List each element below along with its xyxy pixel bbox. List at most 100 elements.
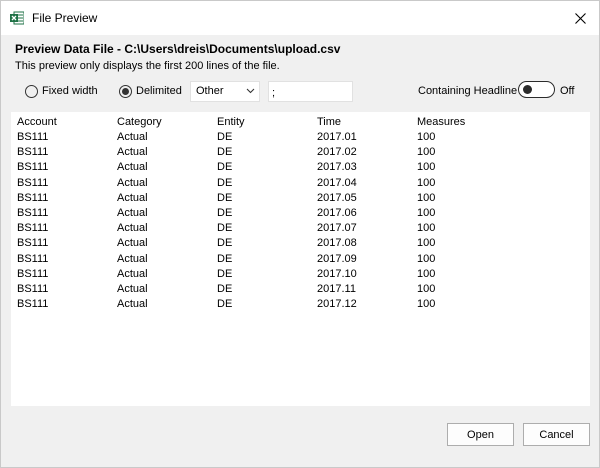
cell-time: 2017.02 (317, 146, 357, 159)
cell-time: 2017.09 (317, 252, 357, 265)
cell-account: BS111 (17, 131, 49, 143)
table-row: BS111 Actual DE 2017.09 100 (11, 253, 590, 268)
table-row: BS111 Actual DE 2017.07 100 (11, 222, 590, 237)
cell-measures: 100 (417, 283, 436, 295)
table-row: BS111 Actual DE 2017.12 100 (11, 298, 590, 313)
cell-category: Actual (117, 207, 148, 219)
cell-category: Actual (117, 298, 148, 311)
cell-entity: DE (217, 131, 233, 143)
cell-account: BS111 (17, 146, 49, 159)
column-header-entity: Entity (217, 116, 245, 128)
cell-account: BS111 (17, 207, 49, 219)
toggle-knob (523, 85, 532, 94)
table-row: BS111 Actual DE 2017.04 100 (11, 177, 590, 192)
table-header-row: Account Category Entity Time Measures (11, 116, 590, 131)
cell-account: BS111 (17, 283, 49, 295)
cell-account: BS111 (17, 267, 49, 280)
cell-time: 2017.05 (317, 191, 357, 204)
fixed-width-radio[interactable] (25, 85, 38, 98)
cell-entity: DE (217, 161, 233, 174)
column-header-category: Category (117, 116, 162, 128)
cell-time: 2017.08 (317, 237, 357, 250)
cell-time: 2017.01 (317, 131, 357, 143)
custom-delimiter-input[interactable] (268, 81, 353, 102)
window-title: File Preview (32, 11, 98, 25)
table-row: BS111 Actual DE 2017.02 100 (11, 146, 590, 161)
cell-account: BS111 (17, 252, 49, 265)
cell-category: Actual (117, 283, 148, 295)
cell-measures: 100 (417, 161, 436, 174)
chevron-down-icon (246, 88, 255, 94)
close-icon (574, 12, 586, 24)
cell-measures: 100 (417, 237, 436, 250)
table-row: BS111 Actual DE 2017.01 100 (11, 131, 590, 146)
table-row: BS111 Actual DE 2017.08 100 (11, 237, 590, 252)
cell-entity: DE (217, 191, 233, 204)
cell-category: Actual (117, 146, 148, 159)
containing-headline-label: Containing Headline (418, 85, 518, 97)
cell-time: 2017.10 (317, 267, 357, 280)
column-header-measures: Measures (417, 116, 466, 128)
delimiter-select[interactable]: Other (190, 81, 260, 102)
column-header-account: Account (17, 116, 57, 128)
cell-measures: 100 (417, 131, 436, 143)
cell-entity: DE (217, 252, 233, 265)
cell-entity: DE (217, 267, 233, 280)
table-row: BS111 Actual DE 2017.06 100 (11, 207, 590, 222)
cell-entity: DE (217, 207, 233, 219)
cell-entity: DE (217, 283, 233, 295)
cell-category: Actual (117, 267, 148, 280)
preview-limit-note: This preview only displays the first 200… (15, 60, 280, 72)
cell-time: 2017.11 (317, 283, 356, 295)
cell-account: BS111 (17, 298, 49, 311)
table-row: BS111 Actual DE 2017.11 100 (11, 283, 590, 298)
cell-measures: 100 (417, 267, 436, 280)
cell-account: BS111 (17, 237, 49, 250)
cell-category: Actual (117, 161, 148, 174)
import-options-row: Fixed width Delimited Other Containing H… (1, 79, 599, 105)
cell-entity: DE (217, 146, 233, 159)
file-preview-dialog: File Preview Preview Data File - C:\User… (0, 0, 600, 468)
cell-account: BS111 (17, 176, 49, 189)
cell-category: Actual (117, 222, 148, 235)
table-row: BS111 Actual DE 2017.05 100 (11, 192, 590, 207)
cell-category: Actual (117, 252, 148, 265)
cell-category: Actual (117, 237, 148, 250)
cell-measures: 100 (417, 222, 436, 235)
cell-time: 2017.06 (317, 207, 357, 219)
cell-account: BS111 (17, 191, 49, 204)
cell-measures: 100 (417, 176, 436, 189)
cell-time: 2017.03 (317, 161, 357, 174)
excel-icon (10, 11, 24, 25)
cell-time: 2017.12 (317, 298, 357, 311)
cell-measures: 100 (417, 146, 436, 159)
column-header-time: Time (317, 116, 342, 128)
cell-entity: DE (217, 298, 233, 311)
cell-account: BS111 (17, 222, 49, 235)
cell-measures: 100 (417, 252, 436, 265)
delimiter-select-value: Other (196, 85, 224, 97)
delimited-label: Delimited (136, 85, 182, 97)
cell-time: 2017.04 (317, 176, 357, 189)
cell-measures: 100 (417, 298, 436, 311)
open-button[interactable]: Open (447, 423, 514, 446)
title-bar: File Preview (1, 1, 599, 35)
fixed-width-label: Fixed width (42, 85, 98, 97)
cell-category: Actual (117, 176, 148, 189)
table-row: BS111 Actual DE 2017.03 100 (11, 161, 590, 176)
cell-measures: 100 (417, 207, 436, 219)
cell-entity: DE (217, 176, 233, 189)
data-preview-grid[interactable]: Account Category Entity Time Measures BS… (11, 112, 590, 406)
cancel-button[interactable]: Cancel (523, 423, 590, 446)
cell-entity: DE (217, 222, 233, 235)
delimited-radio[interactable] (119, 85, 132, 98)
close-button[interactable] (567, 5, 593, 31)
containing-headline-toggle[interactable] (518, 81, 555, 98)
preview-file-title: Preview Data File - C:\Users\dreis\Docum… (15, 42, 341, 56)
cell-measures: 100 (417, 191, 436, 204)
cell-account: BS111 (17, 161, 49, 174)
cell-entity: DE (217, 237, 233, 250)
table-row: BS111 Actual DE 2017.10 100 (11, 268, 590, 283)
cell-category: Actual (117, 191, 148, 204)
cell-category: Actual (117, 131, 148, 143)
